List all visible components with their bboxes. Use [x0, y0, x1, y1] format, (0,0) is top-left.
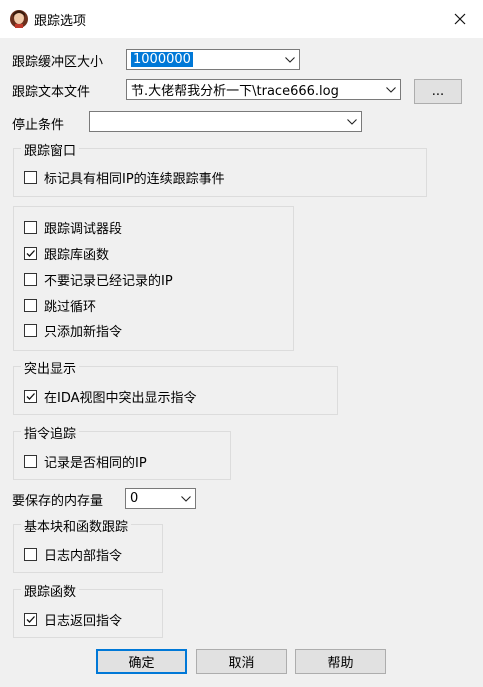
browse-button[interactable]: ...: [414, 79, 462, 104]
trace-library-functions-checkbox[interactable]: 跟踪库函数: [24, 244, 109, 263]
ok-button[interactable]: 确定: [96, 649, 187, 674]
window-title: 跟踪选项: [34, 14, 87, 29]
checkbox-label: 跟踪调试器段: [44, 222, 123, 237]
checkbox-label: 日志返回指令: [44, 614, 123, 629]
buffer-size-label: 跟踪缓冲区大小: [12, 55, 104, 70]
title-bar: 跟踪选项: [0, 0, 483, 38]
highlight-group-title: 突出显示: [21, 358, 80, 377]
checkbox-label: 跟踪库函数: [44, 248, 110, 263]
skip-logged-ip-checkbox[interactable]: 不要记录已经记录的IP: [24, 270, 173, 289]
help-button[interactable]: 帮助: [295, 649, 386, 674]
checkbox-label: 不要记录已经记录的IP: [44, 274, 173, 289]
stop-condition-combo[interactable]: [89, 111, 362, 132]
log-return-instructions-checkbox[interactable]: 日志返回指令: [24, 610, 122, 629]
function-trace-group-title: 跟踪函数: [21, 581, 80, 600]
block-function-group-title: 基本块和函数跟踪: [21, 516, 132, 535]
memory-amount-combo[interactable]: 0: [125, 488, 196, 509]
trace-file-combo[interactable]: 节.大佬帮我分析一下\trace666.log: [126, 79, 401, 100]
memory-amount-label: 要保存的内存量: [12, 494, 104, 509]
checkbox-label: 日志内部指令: [44, 549, 123, 564]
stop-condition-label: 停止条件: [12, 118, 65, 133]
checkbox-label: 在IDA视图中突出显示指令: [44, 391, 197, 406]
checkmark-icon: [26, 616, 35, 623]
ida-avatar-icon: [10, 10, 28, 28]
only-new-instructions-checkbox[interactable]: 只添加新指令: [24, 321, 122, 340]
checkbox-label: 跳过循环: [44, 300, 97, 315]
checkmark-icon: [26, 393, 35, 400]
trace-file-value: 节.大佬帮我分析一下\trace666.log: [131, 84, 339, 99]
memory-amount-value: 0: [130, 491, 139, 506]
checkmark-icon: [26, 250, 35, 257]
close-icon: [454, 13, 466, 25]
checkbox-label: 标记具有相同IP的连续跟踪事件: [44, 172, 225, 187]
chevron-down-icon: [181, 495, 191, 502]
checkbox-label: 记录是否相同的IP: [44, 456, 147, 471]
highlight-in-ida-view-checkbox[interactable]: 在IDA视图中突出显示指令: [24, 387, 197, 406]
checkbox-label: 只添加新指令: [44, 325, 123, 340]
chevron-down-icon: [347, 118, 357, 125]
buffer-size-value: 1000000: [131, 52, 193, 67]
close-button[interactable]: [437, 0, 483, 38]
trace-window-group-title: 跟踪窗口: [21, 140, 80, 159]
log-same-ip-checkbox[interactable]: 记录是否相同的IP: [24, 452, 147, 471]
mark-same-ip-checkbox[interactable]: 标记具有相同IP的连续跟踪事件: [24, 168, 225, 187]
chevron-down-icon: [285, 56, 295, 63]
buffer-size-combo[interactable]: 1000000: [126, 49, 300, 70]
cancel-button[interactable]: 取消: [196, 649, 287, 674]
trace-file-label: 跟踪文本文件: [12, 85, 91, 100]
instruction-trace-group-title: 指令追踪: [21, 423, 80, 442]
skip-loops-checkbox[interactable]: 跳过循环: [24, 296, 96, 315]
log-internal-instructions-checkbox[interactable]: 日志内部指令: [24, 545, 122, 564]
chevron-down-icon: [386, 86, 396, 93]
trace-debugger-segments-checkbox[interactable]: 跟踪调试器段: [24, 218, 122, 237]
